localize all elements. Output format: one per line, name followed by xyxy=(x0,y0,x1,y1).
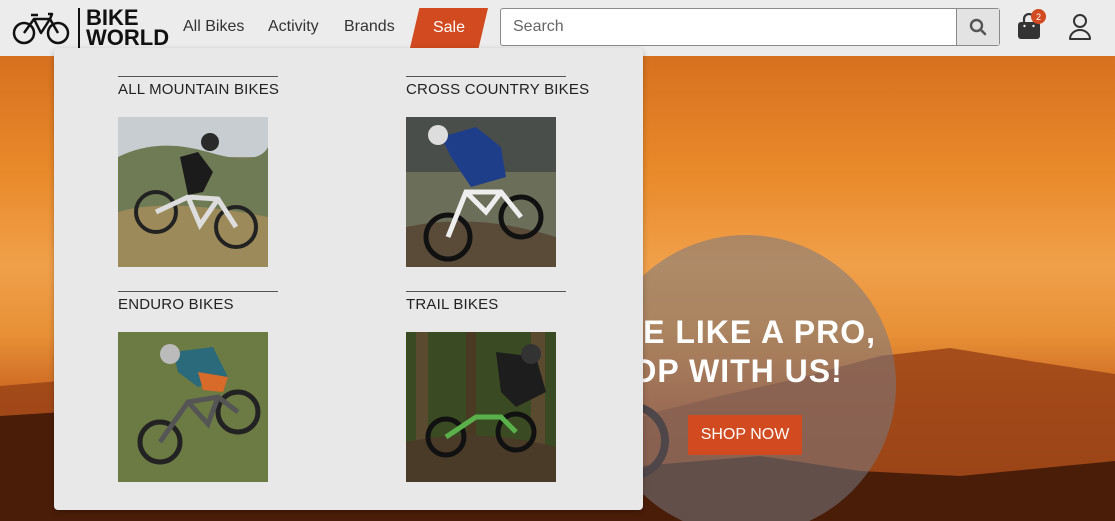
user-icon[interactable] xyxy=(1068,13,1092,41)
category-title[interactable]: TRAIL BIKES xyxy=(406,296,566,313)
cart-count-badge: 2 xyxy=(1031,9,1046,24)
category-title[interactable]: CROSS COUNTRY BIKES xyxy=(406,81,589,98)
trail-bike-image[interactable] xyxy=(406,332,556,482)
category-all-mountain[interactable]: ALL MOUNTAIN BIKES xyxy=(118,76,279,98)
enduro-bike-image[interactable] xyxy=(118,332,268,482)
category-enduro[interactable]: ENDURO BIKES xyxy=(118,291,278,313)
search-icon xyxy=(969,18,987,36)
category-divider xyxy=(406,76,566,77)
nav-sale[interactable]: Sale xyxy=(410,8,488,48)
category-title[interactable]: ENDURO BIKES xyxy=(118,296,278,313)
search-bar xyxy=(500,8,1000,46)
search-button[interactable] xyxy=(956,9,999,45)
cross-country-bike-image[interactable] xyxy=(406,117,556,267)
category-trail[interactable]: TRAIL BIKES xyxy=(406,291,566,313)
all-mountain-bike-image[interactable] xyxy=(118,117,268,267)
nav-brands[interactable]: Brands xyxy=(344,18,395,36)
bicycle-icon xyxy=(12,12,70,45)
hero-line-1: RIDE LIKE A PRO, xyxy=(600,314,876,350)
logo[interactable]: BIKE WORLD xyxy=(12,7,172,50)
nav-activity[interactable]: Activity xyxy=(268,18,319,36)
hero-line-2: SHOP WITH US! xyxy=(600,353,843,389)
hero-headline: RIDE LIKE A PRO, SHOP WITH US! xyxy=(600,313,900,391)
logo-text: BIKE WORLD xyxy=(78,7,170,50)
category-divider xyxy=(118,291,278,292)
logo-line-2: WORLD xyxy=(86,25,170,50)
shop-now-button[interactable]: SHOP NOW xyxy=(688,415,802,455)
bikes-mega-menu: ALL MOUNTAIN BIKES CROSS COUNTRY BIKES E… xyxy=(54,48,643,510)
category-title[interactable]: ALL MOUNTAIN BIKES xyxy=(118,81,279,98)
category-divider xyxy=(118,76,278,77)
search-input[interactable] xyxy=(501,9,956,45)
category-cross-country[interactable]: CROSS COUNTRY BIKES xyxy=(406,76,589,98)
nav-all-bikes[interactable]: All Bikes xyxy=(183,18,244,36)
category-divider xyxy=(406,291,566,292)
